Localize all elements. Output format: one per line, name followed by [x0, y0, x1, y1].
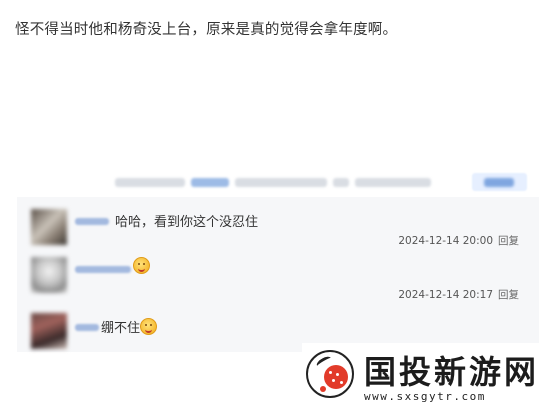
username[interactable]	[75, 218, 109, 225]
watermark-url: www.sxsgytr.com	[364, 390, 486, 403]
blurred-action-button[interactable]	[472, 173, 527, 191]
avatar[interactable]	[31, 209, 67, 245]
site-watermark: 国投新游网 www.sxsgytr.com	[302, 343, 550, 408]
comment-date: 2024-12-14 20:00	[398, 235, 493, 247]
comment-text	[133, 257, 150, 275]
post-text: 怪不得当时他和杨奇没上台，原来是真的觉得会拿年度啊。	[15, 22, 398, 38]
blurred-meta-text	[355, 177, 431, 187]
comment-text: 绷不住	[101, 317, 158, 336]
avatar[interactable]	[31, 313, 67, 349]
comment-meta: 2024-12-14 20:17 回复	[398, 287, 519, 302]
comments-panel: 哈哈，看到你这个没忍住 2024-12-14 20:00 回复 2024-12-1…	[17, 197, 539, 352]
blurred-meta-text	[333, 177, 349, 187]
avatar[interactable]	[31, 257, 67, 293]
post-meta-row	[115, 174, 431, 190]
comment-date: 2024-12-14 20:17	[398, 289, 493, 301]
grinning-emoji-icon	[140, 318, 158, 335]
comment-item: 2024-12-14 20:17 回复	[31, 257, 531, 301]
blurred-meta-text	[235, 177, 327, 187]
comment-meta: 2024-12-14 20:00 回复	[398, 233, 519, 248]
blurred-meta-link	[191, 177, 229, 187]
watermark-title: 国投新游网	[364, 353, 540, 391]
comment-text: 哈哈，看到你这个没忍住	[115, 215, 259, 230]
ladybug-logo-icon	[306, 350, 354, 398]
blurred-meta-text	[115, 177, 185, 187]
reply-button[interactable]: 回复	[498, 289, 519, 301]
username[interactable]	[75, 266, 131, 273]
comment-item: 哈哈，看到你这个没忍住 2024-12-14 20:00 回复	[31, 209, 531, 249]
reply-button[interactable]: 回复	[498, 235, 519, 247]
username[interactable]	[75, 324, 99, 331]
grinning-emoji-icon	[133, 257, 150, 274]
